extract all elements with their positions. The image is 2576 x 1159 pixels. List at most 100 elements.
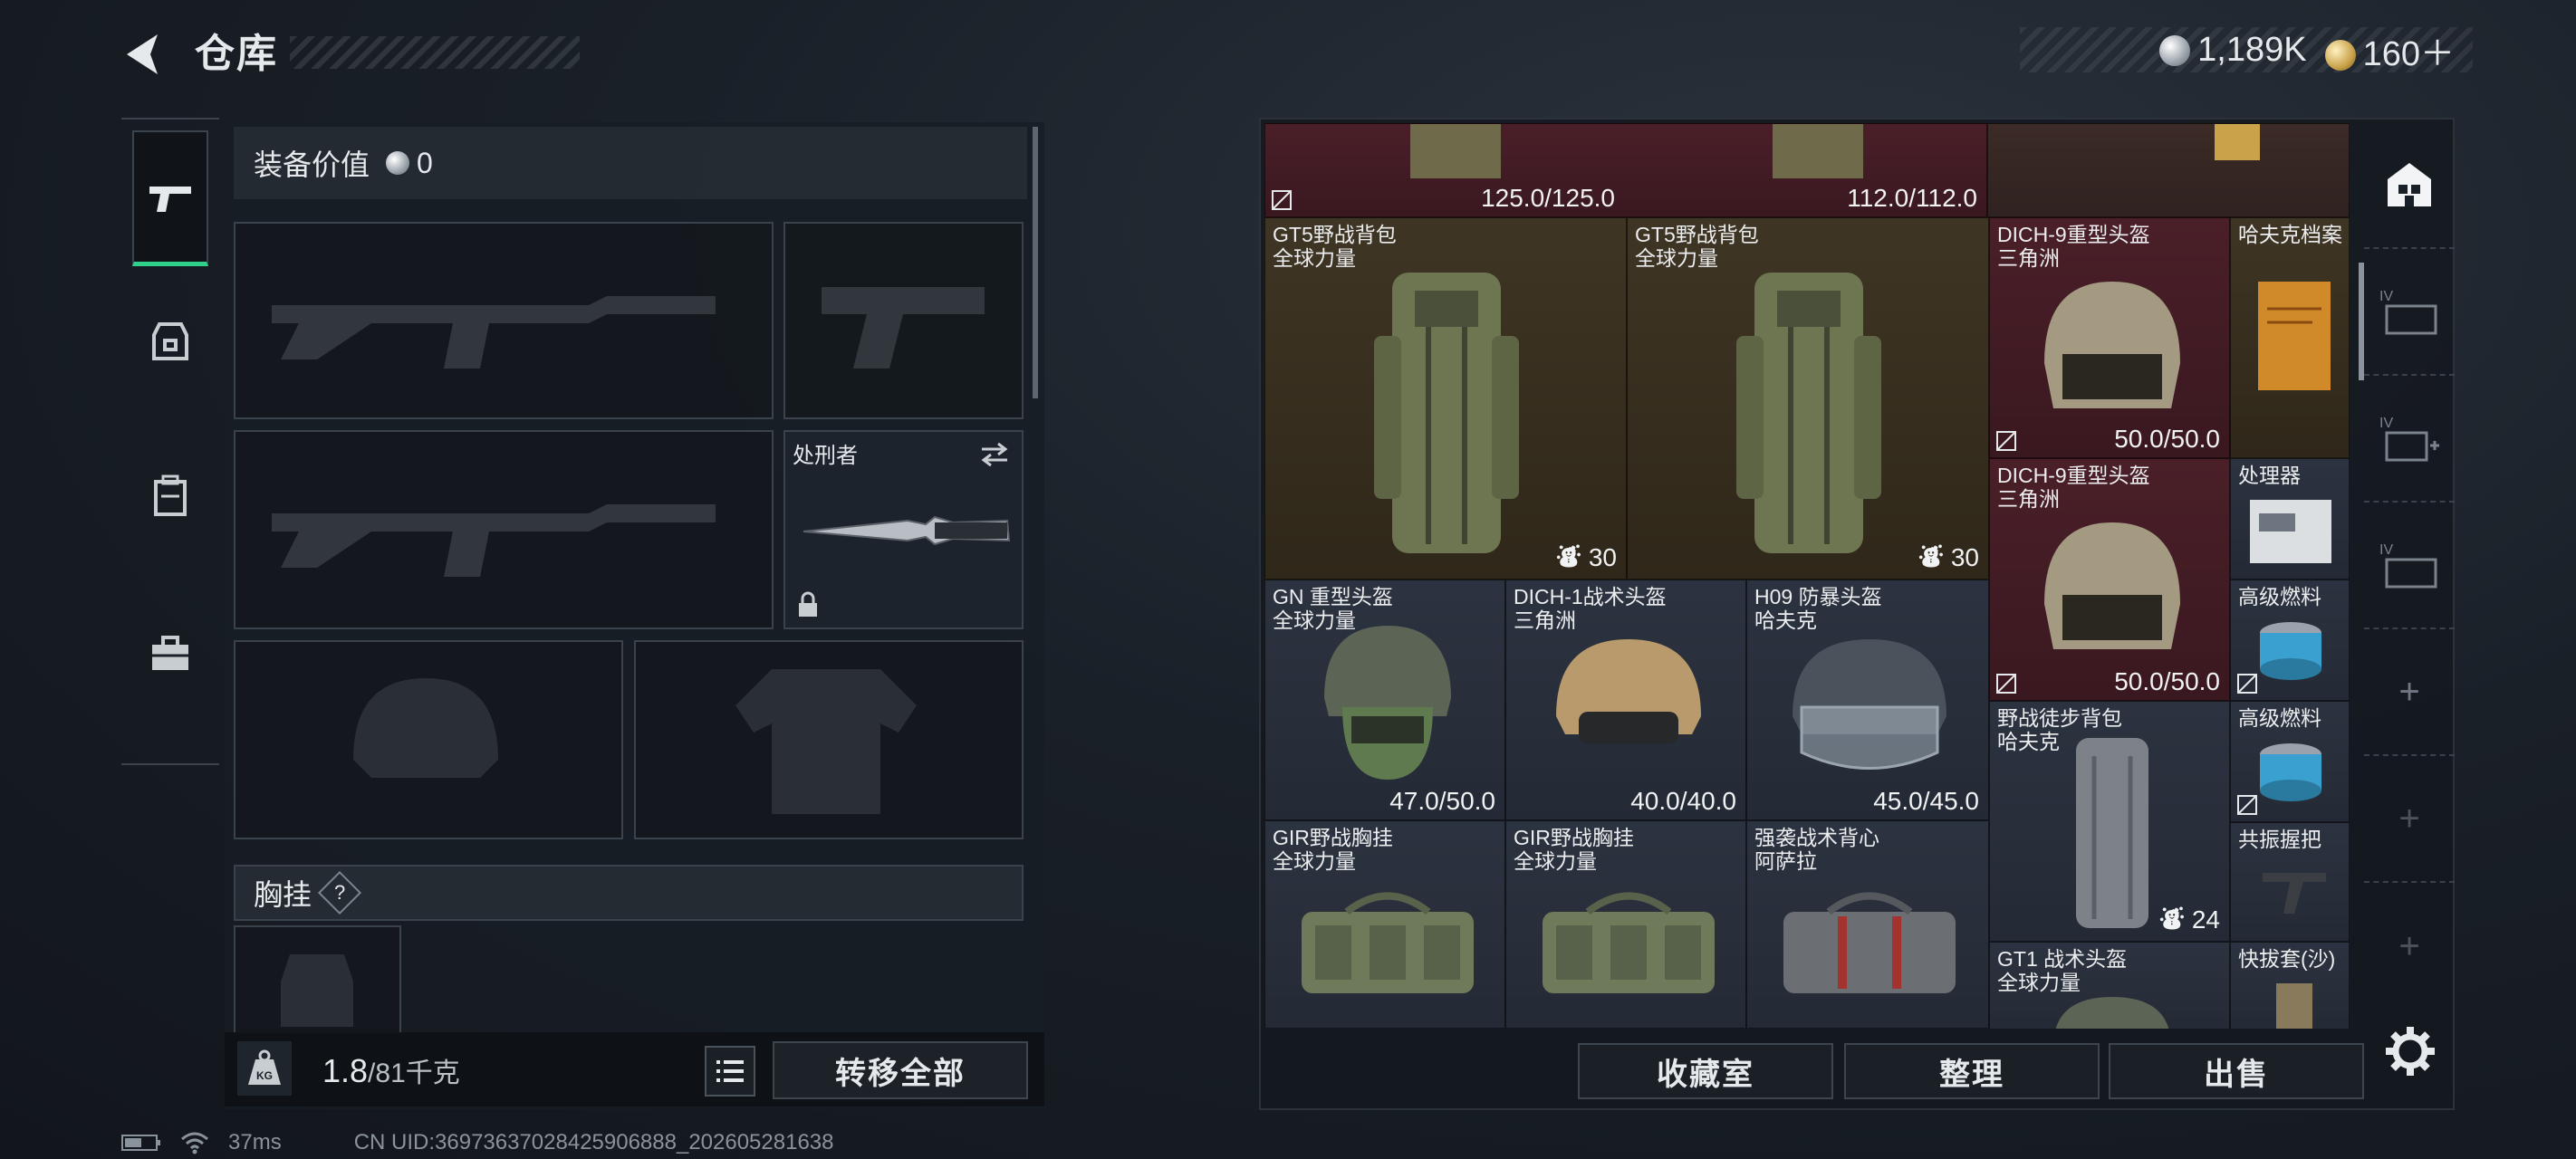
- melee-slot[interactable]: 处刑者: [783, 430, 1024, 629]
- back-button[interactable]: [118, 27, 172, 81]
- backpack-item-icon: [1410, 124, 1501, 178]
- grid-item-hafk-file[interactable]: 哈夫克档案: [2230, 217, 2350, 458]
- grid-item-gir-chest-rig[interactable]: GIR野战胸挂 全球力量: [1264, 820, 1505, 1029]
- item-durability: 45.0/45.0: [1873, 787, 1979, 815]
- chest-rig-label: 胸挂: [254, 878, 312, 911]
- grid-item-dich9-helmet[interactable]: DICH-9重型头盔 三角洲 50.0/50.0: [1989, 217, 2230, 458]
- helmet-item-icon: [2044, 522, 2180, 649]
- sidearm-slot[interactable]: [783, 222, 1024, 419]
- no-drop-icon: [1272, 190, 1292, 210]
- equipment-scrollbar[interactable]: [1033, 127, 1038, 398]
- svg-text:IV: IV: [2379, 542, 2393, 558]
- helmet-item-icon: [2044, 282, 2180, 408]
- grid-item-top-right[interactable]: [1987, 123, 2350, 217]
- grid-item-dich1-helmet[interactable]: DICH-1战术头盔 三角洲 40.0/40.0: [1505, 580, 1746, 820]
- secondary-weapon-slot[interactable]: [234, 430, 774, 629]
- backpack-icon: [154, 474, 187, 516]
- grid-item-premium-fuel[interactable]: 高级燃料: [2230, 701, 2350, 822]
- item-stack-count: ⛇ 30: [1918, 543, 1979, 571]
- warehouse-tab-extension-1[interactable]: IV: [2364, 249, 2455, 376]
- weight-max: /81千克: [368, 1058, 460, 1088]
- grid-item-h09-helmet[interactable]: H09 防暴头盔 哈夫克 45.0/45.0: [1746, 580, 1989, 820]
- weight-icon: KG: [237, 1041, 292, 1096]
- pistol-silhouette-icon: [822, 287, 985, 369]
- equipment-value-label: 装备价值: [254, 148, 370, 181]
- primary-weapon-slot[interactable]: [234, 222, 774, 419]
- collection-room-button[interactable]: 收藏室: [1578, 1043, 1833, 1099]
- currency-bar[interactable]: 1,189K 160＋: [2020, 25, 2473, 75]
- svg-text:IV: IV: [2379, 416, 2393, 431]
- grid-item-gt1-helmet[interactable]: GT1 战术头盔 全球力量: [1989, 942, 2230, 1029]
- grid-item-quick-holster[interactable]: 快拔套(沙): [2230, 942, 2350, 1029]
- equipment-value: 装备价值 0: [234, 127, 1027, 199]
- add-warehouse-tab-button[interactable]: +: [2364, 629, 2455, 756]
- helmet-item-icon: [2055, 997, 2169, 1029]
- title-decoration: [290, 36, 580, 69]
- grid-item-gir-chest-rig[interactable]: GIR野战胸挂 全球力量: [1505, 820, 1746, 1029]
- item-durability: 112.0/112.0: [1847, 184, 1977, 212]
- add-warehouse-tab-button[interactable]: +: [2364, 883, 2455, 1010]
- plus-icon: +: [2398, 925, 2420, 966]
- gear-icon: [2386, 1027, 2435, 1076]
- transfer-all-button[interactable]: 转移全部: [773, 1041, 1028, 1099]
- ping-readout: 37ms: [228, 1130, 282, 1154]
- item-durability: 50.0/50.0: [2114, 667, 2220, 695]
- processor-item-icon: [2250, 500, 2331, 563]
- category-rail: [121, 118, 219, 765]
- list-view-button[interactable]: [705, 1046, 755, 1097]
- organize-button[interactable]: 整理: [1844, 1043, 2100, 1099]
- swap-icon[interactable]: [978, 441, 1011, 468]
- uid-readout: CN UID:3697363702842590688​8_20260528163…: [353, 1130, 834, 1154]
- grid-item-top-left-bag[interactable]: 125.0/125.0 112.0/112.0: [1264, 123, 1987, 217]
- grid-item-resonance-grip[interactable]: 共振握把: [2230, 822, 2350, 942]
- warehouse-grid[interactable]: 125.0/125.0 112.0/112.0 GT5野战背包 全球力量 ⛇ 3…: [1264, 123, 2350, 1029]
- category-armor-tab[interactable]: [132, 273, 208, 409]
- warehouse-icon: [2388, 163, 2431, 206]
- warehouse-main-tab[interactable]: [2364, 122, 2455, 249]
- grid-item-assault-vest[interactable]: 强袭战术背心 阿萨拉: [1746, 820, 1989, 1029]
- grid-item-gn-helmet[interactable]: GN 重型头盔 全球力量 47.0/50.0: [1264, 580, 1505, 820]
- help-icon[interactable]: ?: [317, 870, 362, 915]
- vest-icon: [152, 322, 188, 360]
- gold-currency[interactable]: 160＋: [2324, 25, 2455, 75]
- equipment-value-amount: 0: [417, 146, 433, 179]
- toolbox-icon: [152, 636, 188, 670]
- rifle-silhouette-icon: [272, 296, 716, 369]
- item-durability: 47.0/50.0: [1389, 787, 1495, 815]
- category-tools-tab[interactable]: [132, 586, 208, 722]
- helmet-item-icon: [1556, 639, 1701, 743]
- grid-item-field-hiking-backpack[interactable]: 野战徒步背包 哈夫克 ⛇ 24: [1989, 701, 2230, 942]
- no-drop-icon: [2237, 674, 2257, 694]
- settings-button[interactable]: [2384, 1025, 2437, 1078]
- rifle-silhouette-icon: [272, 504, 716, 577]
- grid-item-gt5-backpack[interactable]: GT5野战背包 全球力量 ⛇ 30: [1627, 217, 1989, 580]
- item-durability: 50.0/50.0: [2114, 425, 2220, 453]
- warehouse-tab-extension-3[interactable]: IV: [2364, 503, 2455, 629]
- sell-button[interactable]: 出售: [2109, 1043, 2364, 1099]
- battery-icon: [121, 1135, 160, 1151]
- grid-item-processor[interactable]: 处理器: [2230, 458, 2350, 580]
- armor-slot[interactable]: [634, 640, 1024, 839]
- warehouse-tab-extension-2[interactable]: IV: [2364, 376, 2455, 503]
- chest-rig-section-header: 胸挂 ?: [234, 865, 1024, 921]
- armor-silhouette-icon: [735, 669, 917, 814]
- warehouse-tabs-rail: IV IV IV + + +: [2364, 122, 2455, 1032]
- item-stack-count: ⛇ 30: [1556, 543, 1617, 571]
- chest-rig-slot[interactable]: [234, 925, 401, 1034]
- item-durability: 125.0/125.0: [1481, 184, 1615, 212]
- storage-folder-icon: IV: [2379, 542, 2437, 589]
- kg-weight-icon: KG: [248, 1049, 281, 1085]
- vest-item-icon: [1783, 892, 1956, 993]
- no-drop-icon: [1996, 431, 2016, 451]
- plus-icon: +: [2398, 671, 2420, 712]
- grip-item-icon: [2263, 873, 2326, 914]
- helmet-slot[interactable]: [234, 640, 623, 839]
- grid-item-dich9-helmet[interactable]: DICH-9重型头盔 三角洲 50.0/50.0: [1989, 458, 2230, 701]
- grid-item-premium-fuel[interactable]: 高级燃料: [2230, 580, 2350, 701]
- add-warehouse-tab-button[interactable]: +: [2364, 756, 2455, 883]
- item-stack-count: ⛇ 24: [2159, 905, 2220, 934]
- category-weapons-tab[interactable]: [132, 130, 208, 266]
- chest-rig-item-icon: [1543, 892, 1715, 993]
- category-backpack-tab[interactable]: [132, 427, 208, 563]
- grid-item-gt5-backpack[interactable]: GT5野战背包 全球力量 ⛇ 30: [1264, 217, 1627, 580]
